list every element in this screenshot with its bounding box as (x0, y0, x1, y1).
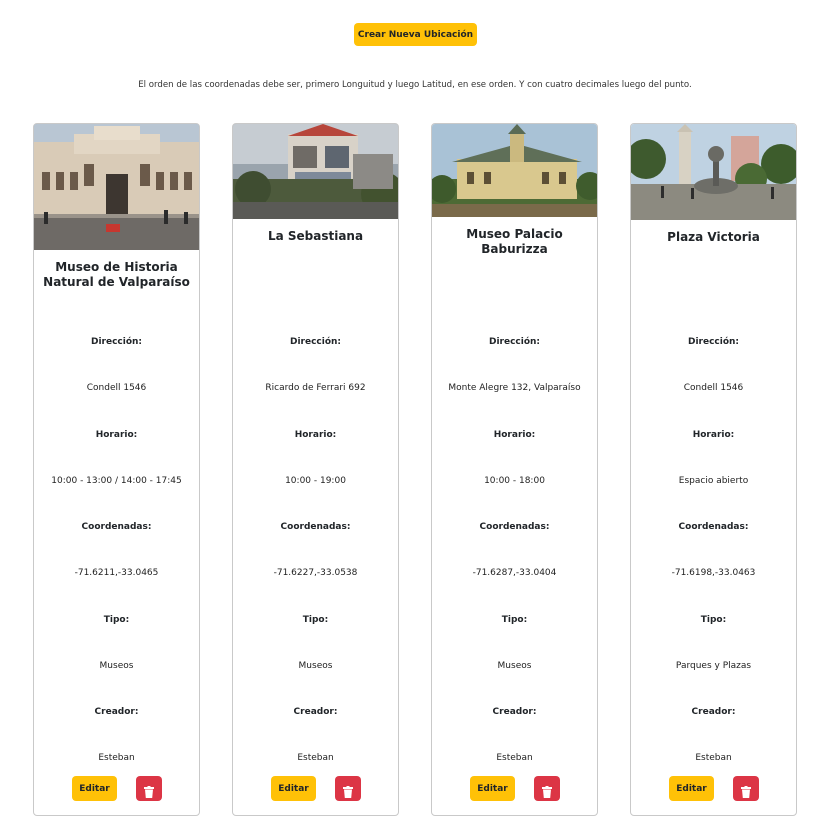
type-label: Tipo: (302, 615, 329, 625)
coords-value: -71.6287,-33.0404 (472, 568, 557, 578)
schedule-value: Espacio abierto (678, 476, 749, 486)
coords-value: -71.6211,-33.0465 (74, 568, 159, 578)
coordinates-notice: El orden de las coordenadas debe ser, pr… (138, 80, 692, 90)
edit-button[interactable]: Editar (470, 776, 515, 801)
trash-icon (741, 785, 751, 798)
type-value: Museos (99, 661, 134, 671)
page: Crear Nueva Ubicación El orden de las co… (0, 0, 824, 832)
location-card: Plaza Victoria Dirección: Condell 1546 H… (630, 123, 797, 816)
type-label: Tipo: (103, 615, 130, 625)
trash-icon (343, 785, 353, 798)
creator-label: Creador: (492, 707, 537, 717)
address-value: Monte Alegre 132, Valparaíso (448, 383, 581, 393)
coords-value: -71.6198,-33.0463 (671, 568, 756, 578)
location-card: La Sebastiana Dirección: Ricardo de Ferr… (232, 123, 399, 816)
address-label: Dirección: (488, 337, 541, 347)
schedule-value: 10:00 - 18:00 (484, 476, 545, 486)
type-value: Museos (298, 661, 333, 671)
edit-button[interactable]: Editar (72, 776, 117, 801)
location-card: Museo de Historia Natural de Valparaíso … (33, 123, 200, 816)
address-value: Condell 1546 (86, 383, 147, 393)
address-label: Dirección: (687, 337, 740, 347)
trash-icon (144, 785, 154, 798)
location-title: La Sebastiana (267, 229, 364, 243)
type-value: Museos (497, 661, 532, 671)
delete-button[interactable] (534, 776, 560, 801)
delete-button[interactable] (335, 776, 361, 801)
creator-value: Esteban (98, 753, 135, 763)
coords-label: Coordenadas: (678, 522, 749, 532)
creator-label: Creador: (94, 707, 139, 717)
schedule-label: Horario: (95, 430, 138, 440)
edit-button[interactable]: Editar (271, 776, 316, 801)
schedule-label: Horario: (294, 430, 337, 440)
location-photo (233, 124, 398, 219)
location-card: Museo Palacio Baburizza Dirección: Monte… (431, 123, 598, 816)
type-value: Parques y Plazas (675, 661, 752, 671)
location-title: Museo Palacio Baburizza (466, 227, 563, 256)
create-location-button[interactable]: Crear Nueva Ubicación (354, 23, 477, 46)
location-title: Museo de Historia Natural de Valparaíso (43, 260, 190, 289)
coords-label: Coordenadas: (280, 522, 351, 532)
schedule-value: 10:00 - 13:00 / 14:00 - 17:45 (51, 476, 182, 486)
location-photo (432, 124, 597, 217)
coords-value: -71.6227,-33.0538 (273, 568, 358, 578)
creator-label: Creador: (293, 707, 338, 717)
schedule-label: Horario: (493, 430, 536, 440)
type-label: Tipo: (700, 615, 727, 625)
coords-label: Coordenadas: (479, 522, 550, 532)
location-title: Plaza Victoria (667, 230, 760, 244)
schedule-value: 10:00 - 19:00 (285, 476, 346, 486)
edit-button[interactable]: Editar (669, 776, 714, 801)
coords-label: Coordenadas: (81, 522, 152, 532)
address-value: Condell 1546 (683, 383, 744, 393)
address-label: Dirección: (90, 337, 143, 347)
address-value: Ricardo de Ferrari 692 (265, 383, 366, 393)
creator-value: Esteban (297, 753, 334, 763)
trash-icon (542, 785, 552, 798)
creator-label: Creador: (691, 707, 736, 717)
schedule-label: Horario: (692, 430, 735, 440)
delete-button[interactable] (136, 776, 162, 801)
address-label: Dirección: (289, 337, 342, 347)
creator-value: Esteban (695, 753, 732, 763)
location-photo (34, 124, 199, 250)
location-photo (631, 124, 796, 220)
creator-value: Esteban (496, 753, 533, 763)
type-label: Tipo: (501, 615, 528, 625)
delete-button[interactable] (733, 776, 759, 801)
